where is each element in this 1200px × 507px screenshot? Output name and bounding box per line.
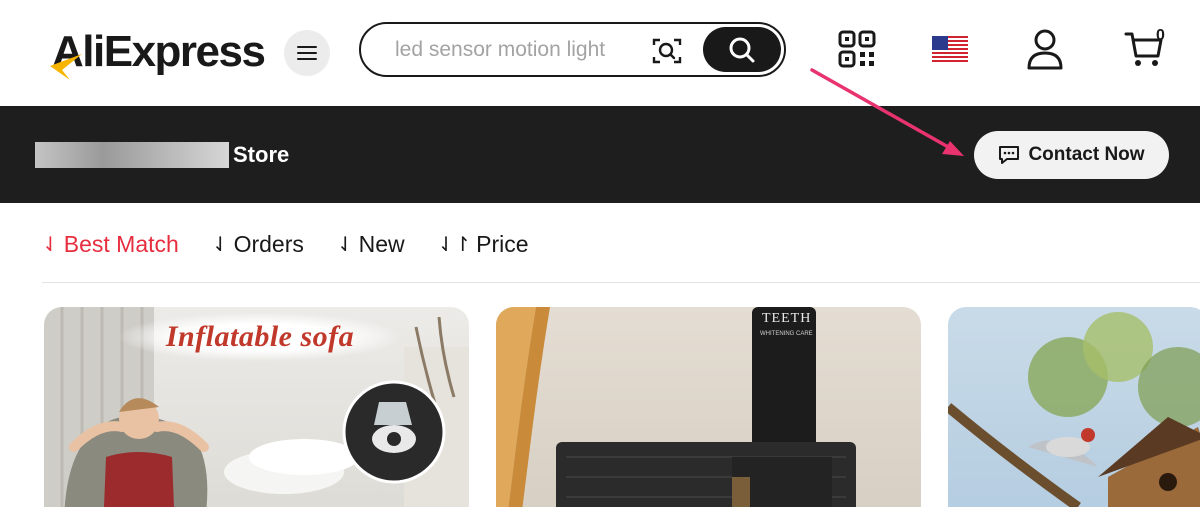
sort-options: ⇃ Best Match ⇃ Orders ⇃ New ⇃↾ Price	[42, 226, 562, 262]
search-icon	[729, 37, 755, 62]
store-label: Store	[233, 142, 290, 167]
search-input[interactable]	[395, 36, 640, 64]
sort-best-match[interactable]: ⇃ Best Match	[42, 231, 179, 258]
redacted-store-name	[35, 142, 229, 168]
account-button[interactable]	[1026, 28, 1064, 70]
search-button[interactable]	[703, 27, 781, 72]
cart-count-badge: 0	[1156, 27, 1165, 44]
product-image-birdhouse	[948, 312, 1200, 507]
menu-icon	[297, 46, 317, 60]
product-card[interactable]: TEETH WHITENING CARE	[496, 307, 921, 507]
sort-arrow-icon: ⇃	[211, 233, 229, 256]
tube-brand-text: TEETH	[762, 311, 812, 326]
logo-star-icon	[50, 54, 82, 80]
sort-price[interactable]: ⇃↾ Price	[438, 231, 529, 258]
sort-arrow-icon: ⇃↾	[437, 233, 472, 256]
user-icon	[1027, 29, 1063, 70]
product-banner-text: Inflatable sofa	[165, 320, 355, 353]
product-banner: Inflatable sofa	[120, 313, 400, 361]
country-selector[interactable]	[932, 36, 968, 62]
sort-orders[interactable]: ⇃ Orders	[212, 231, 304, 258]
sort-new[interactable]: ⇃ New	[337, 231, 405, 258]
sort-label: New	[358, 230, 405, 257]
sort-divider	[42, 282, 1200, 283]
contact-now-button[interactable]: Contact Now	[974, 131, 1169, 179]
sort-label: Price	[476, 230, 529, 257]
sort-arrow-icon: ⇃	[336, 233, 354, 256]
qr-code-button[interactable]	[838, 30, 876, 68]
top-header: AliExpress led sensor motion light 0	[0, 0, 1200, 106]
search-bar	[359, 22, 786, 77]
aliexpress-logo[interactable]: AliExpress	[48, 24, 266, 80]
sort-arrow-icon: ⇃	[42, 233, 59, 256]
qr-code-icon	[838, 30, 876, 68]
sort-label: Best Match	[63, 230, 179, 257]
product-card[interactable]	[948, 307, 1200, 507]
sort-label: Orders	[233, 230, 304, 257]
camera-search-icon	[652, 38, 682, 64]
contact-now-label: Contact Now	[1028, 144, 1145, 165]
image-search-button[interactable]	[651, 36, 683, 66]
product-card[interactable]: Inflatable sofa	[44, 307, 469, 507]
menu-button[interactable]	[284, 30, 330, 76]
us-flag-icon	[932, 36, 968, 62]
tube-sub-text: WHITENING CARE	[760, 331, 813, 337]
product-image-toothpaste-holder	[496, 307, 856, 507]
chat-icon	[999, 146, 1020, 164]
